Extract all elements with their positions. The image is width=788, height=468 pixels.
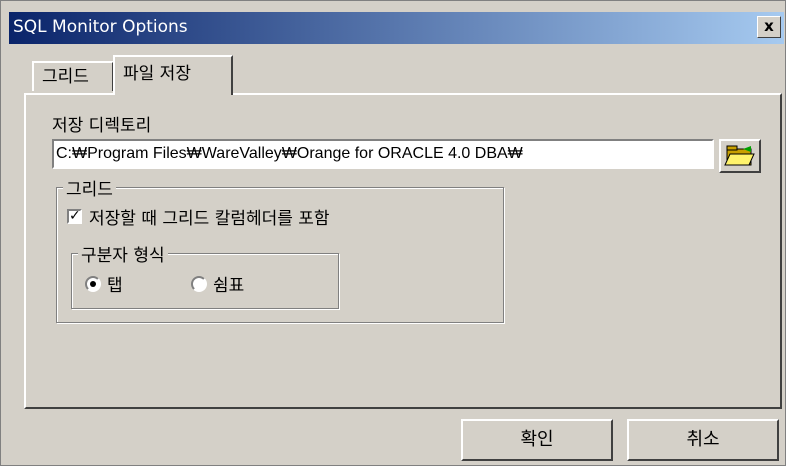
close-icon: x: [764, 17, 774, 35]
cancel-button[interactable]: 취소: [627, 419, 779, 461]
title-bar[interactable]: SQL Monitor Options x: [9, 12, 784, 44]
radio-comma[interactable]: [191, 276, 207, 292]
include-header-label: 저장할 때 그리드 칼럼헤더를 포함: [89, 209, 330, 229]
cancel-button-label: 취소: [686, 429, 720, 450]
folder-open-icon: [724, 145, 755, 166]
window-title: SQL Monitor Options: [13, 17, 188, 37]
radio-tab[interactable]: [85, 276, 101, 292]
tab-grid[interactable]: 그리드: [32, 61, 114, 91]
include-header-checkbox[interactable]: ✓: [67, 208, 82, 224]
radio-comma-label: 쉼표: [213, 276, 245, 296]
tab-grid-label: 그리드: [42, 67, 89, 87]
separator-group-legend: 구분자 형식: [78, 241, 168, 266]
tab-file-save-label: 파일 저장: [123, 64, 191, 84]
options-dialog: SQL Monitor Options x 그리드 파일 저장 저장 디렉토리 …: [0, 0, 786, 466]
grid-group-legend: 그리드: [63, 175, 116, 200]
radio-tab-label: 탭: [107, 276, 123, 296]
checkmark-icon: ✓: [69, 208, 81, 224]
tab-file-save[interactable]: 파일 저장: [113, 55, 233, 95]
save-dir-input[interactable]: [52, 139, 714, 169]
radio-selected-dot: [90, 281, 96, 287]
ok-button-label: 확인: [520, 429, 554, 450]
browse-button[interactable]: [719, 139, 761, 173]
close-button[interactable]: x: [757, 16, 781, 38]
ok-button[interactable]: 확인: [461, 419, 613, 461]
save-dir-label: 저장 디렉토리: [52, 116, 152, 136]
